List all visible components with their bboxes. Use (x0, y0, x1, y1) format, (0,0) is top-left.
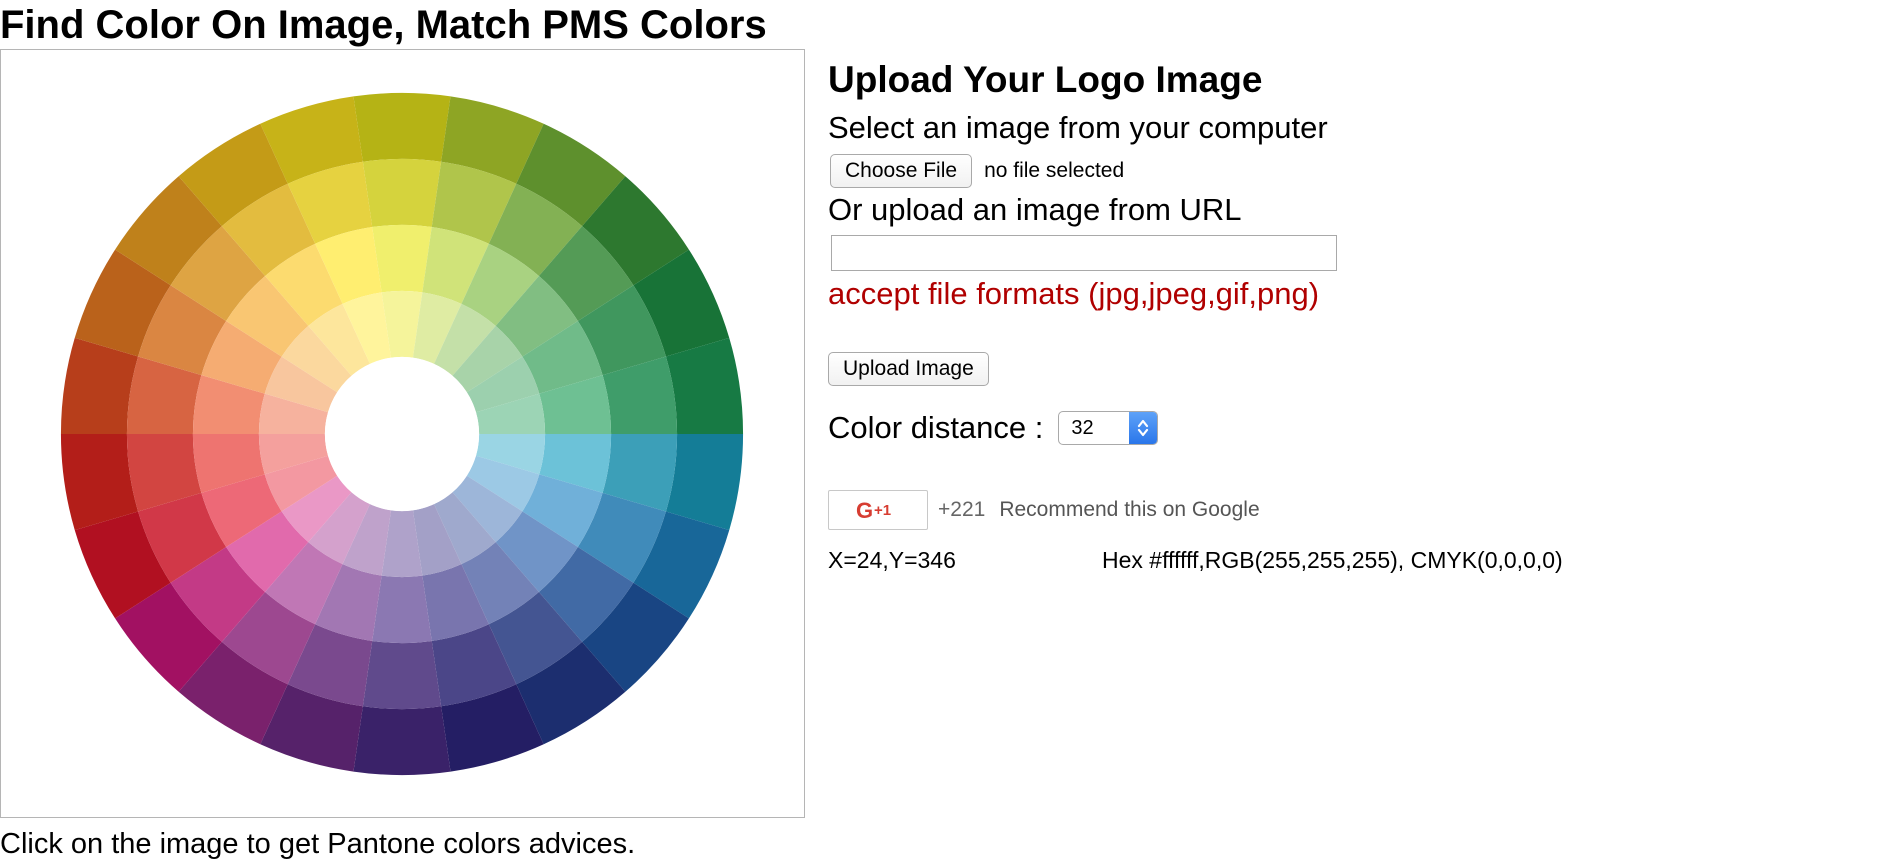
google-plus-recommend-text: Recommend this on Google (999, 498, 1260, 521)
select-image-label: Select an image from your computer (828, 110, 1328, 145)
color-wheel-image[interactable] (56, 88, 748, 780)
cursor-coordinates: X=24,Y=346 (828, 547, 956, 573)
page: Find Color On Image, Match PMS Colors Cl… (0, 0, 1904, 868)
color-wheel-segment[interactable] (362, 158, 442, 228)
google-plus-count: +221 (938, 498, 986, 521)
color-distance-value: 32 (1071, 416, 1094, 439)
google-plus-widget: G +1 +221 Recommend this on Google (828, 490, 1260, 530)
upload-heading: Upload Your Logo Image (828, 59, 1263, 100)
color-wheel-segment[interactable] (372, 575, 432, 644)
color-distance-label: Color distance : (828, 410, 1044, 445)
google-plus-icon: G +1 (856, 498, 891, 522)
upload-url-label: Or upload an image from URL (828, 192, 1242, 227)
page-title: Find Color On Image, Match PMS Colors (0, 3, 767, 47)
accepted-formats-text: accept file formats (jpg,jpeg,gif,png) (828, 276, 1320, 311)
image-caption: Click on the image to get Pantone colors… (0, 828, 636, 860)
color-wheel-segment[interactable] (353, 92, 451, 162)
color-distance-select[interactable]: 32 (1058, 411, 1159, 445)
svg-text:G: G (856, 498, 873, 522)
color-wheel-center[interactable] (324, 356, 480, 512)
color-image-canvas[interactable] (0, 49, 805, 818)
color-wheel-segment[interactable] (353, 706, 451, 776)
choose-file-button[interactable]: Choose File (830, 154, 973, 188)
updown-chevron-icon (1129, 412, 1158, 444)
color-distance-row: Color distance : 32 (828, 408, 1159, 448)
upload-image-button[interactable]: Upload Image (828, 352, 989, 386)
color-wheel-segment[interactable] (372, 224, 432, 293)
color-wheel-segment[interactable] (362, 640, 442, 710)
google-plus-button[interactable]: G +1 (828, 490, 928, 530)
picked-color-info: Hex #ffffff,RGB(255,255,255), CMYK(0,0,0… (1102, 547, 1563, 573)
svg-text:+1: +1 (874, 502, 891, 519)
file-picker: Choose File no file selected (830, 154, 1124, 188)
image-url-input[interactable] (831, 235, 1337, 271)
no-file-selected-text: no file selected (984, 159, 1125, 182)
